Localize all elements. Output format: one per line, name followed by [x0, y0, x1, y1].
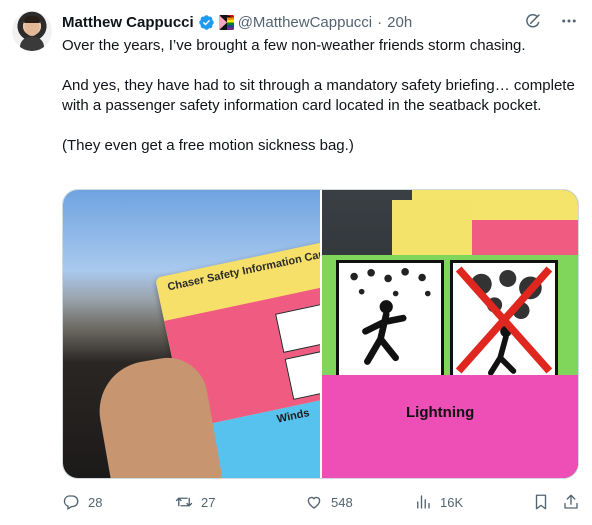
retweet-count: 27 [201, 494, 216, 510]
more-icon[interactable] [560, 12, 578, 30]
like-button[interactable]: 548 [305, 493, 353, 511]
card-section-label: Lightning [406, 404, 475, 421]
like-count: 548 [331, 494, 353, 510]
tweet-text-line: Over the years, I’ve brought a few non-w… [62, 37, 526, 54]
tweet-header: Matthew Cappucci @MatthewCappucci · 20h [62, 12, 412, 32]
tweet[interactable]: Matthew Cappucci @MatthewCappucci · 20h [0, 0, 592, 525]
tweet-text-line: And yes, they have had to sit through a … [62, 77, 575, 114]
tweet-text-line: (They even get a free motion sickness ba… [62, 137, 354, 154]
author-handle[interactable]: @MatthewCappucci [238, 14, 372, 31]
author-name[interactable]: Matthew Cappucci [62, 14, 194, 31]
bookmark-icon [535, 494, 547, 510]
retweet-button[interactable]: 27 [175, 493, 215, 511]
reply-count: 28 [88, 494, 103, 510]
reply-icon [63, 495, 79, 510]
reply-button[interactable]: 28 [62, 493, 102, 511]
card-title: Chaser Safety Information Card [166, 247, 320, 294]
share-button[interactable] [562, 493, 580, 511]
top-actions [524, 12, 578, 30]
prohibited-panel [450, 260, 558, 380]
timestamp[interactable]: 20h [387, 14, 412, 31]
separator: · [377, 13, 383, 31]
bookmark-button[interactable] [532, 493, 550, 511]
verified-badge-icon[interactable] [198, 14, 215, 31]
action-bar: 28 27 548 16K [62, 490, 578, 514]
figure-panel [336, 260, 444, 380]
avatar[interactable] [12, 11, 52, 51]
photo-safety-card-front[interactable]: Chaser Safety Information Card Winds [63, 190, 320, 478]
heart-icon [307, 496, 321, 509]
retweet-icon [175, 497, 193, 507]
photo-safety-card-back[interactable]: Lightning [322, 190, 578, 478]
tweet-text: Over the years, I’ve brought a few non-w… [62, 36, 578, 156]
share-icon [564, 494, 578, 509]
views-button[interactable]: 16K [414, 493, 463, 511]
media-grid: Chaser Safety Information Card Winds Lig… [62, 189, 579, 479]
grok-icon[interactable] [524, 12, 542, 30]
view-count: 16K [440, 494, 464, 510]
views-bar-chart-icon [417, 495, 430, 509]
pride-flag-icon [218, 14, 234, 30]
